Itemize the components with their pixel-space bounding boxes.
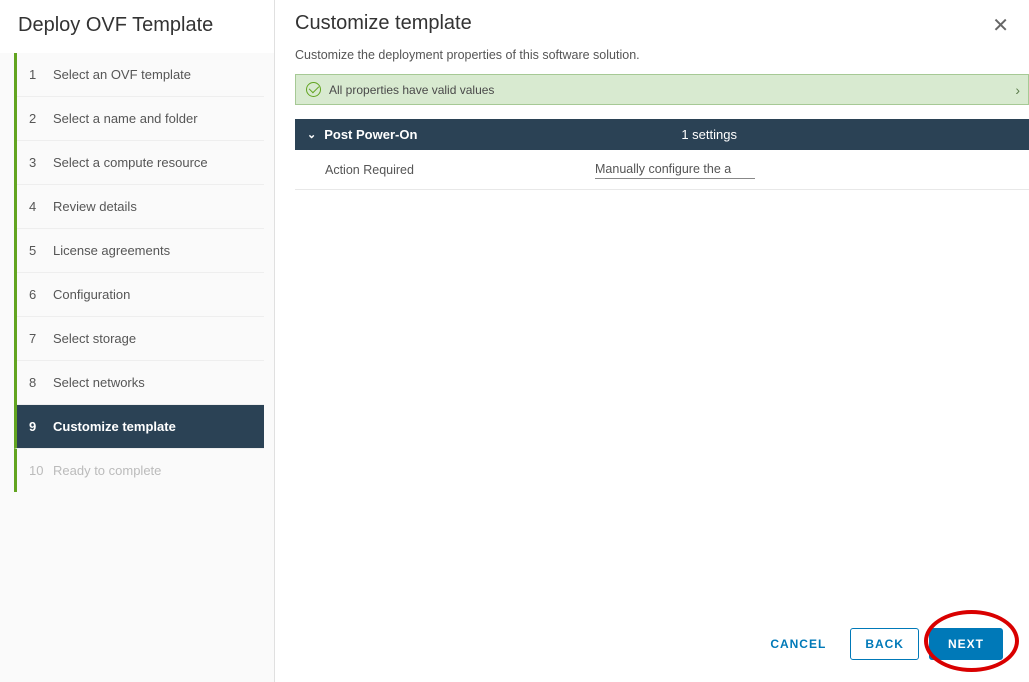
property-input-action-required[interactable] (595, 160, 755, 179)
step-license[interactable]: 5 License agreements (17, 229, 264, 273)
step-compute-resource[interactable]: 3 Select a compute resource (17, 141, 264, 185)
step-label: Select networks (53, 375, 145, 390)
next-button[interactable]: NEXT (929, 628, 1003, 660)
wizard-footer: CANCEL BACK NEXT (756, 628, 1003, 660)
step-label: Review details (53, 199, 137, 214)
step-number: 2 (29, 111, 43, 126)
step-networks[interactable]: 8 Select networks (17, 361, 264, 405)
back-button[interactable]: BACK (850, 628, 919, 660)
step-label: Ready to complete (53, 463, 161, 478)
step-label: Customize template (53, 419, 176, 434)
wizard-sidebar: Deploy OVF Template 1 Select an OVF temp… (0, 0, 275, 682)
close-icon: ✕ (992, 15, 1009, 37)
step-label: Configuration (53, 287, 130, 302)
validation-text: All properties have valid values (329, 83, 494, 97)
chevron-down-icon: ⌄ (307, 128, 316, 141)
step-number: 5 (29, 243, 43, 258)
step-number: 9 (29, 419, 43, 434)
page-subtitle: Customize the deployment properties of t… (295, 48, 1029, 62)
check-icon (306, 82, 321, 97)
close-button[interactable]: ✕ (988, 12, 1013, 40)
step-number: 6 (29, 287, 43, 302)
step-label: License agreements (53, 243, 170, 258)
step-ready-complete: 10 Ready to complete (17, 449, 264, 492)
section-header-post-power-on[interactable]: ⌄ Post Power-On 1 settings (295, 119, 1029, 150)
step-storage[interactable]: 7 Select storage (17, 317, 264, 361)
step-number: 3 (29, 155, 43, 170)
step-number: 4 (29, 199, 43, 214)
step-number: 1 (29, 67, 43, 82)
section-count: 1 settings (681, 127, 737, 142)
cancel-button[interactable]: CANCEL (756, 629, 840, 659)
step-number: 10 (29, 463, 43, 478)
step-configuration[interactable]: 6 Configuration (17, 273, 264, 317)
page-title: Customize template (295, 12, 472, 35)
wizard-steps: 1 Select an OVF template 2 Select a name… (14, 53, 264, 492)
step-label: Select a compute resource (53, 155, 208, 170)
validation-banner: All properties have valid values › (295, 74, 1029, 105)
step-number: 8 (29, 375, 43, 390)
section-title: Post Power-On (324, 127, 417, 142)
step-label: Select a name and folder (53, 111, 198, 126)
step-review-details[interactable]: 4 Review details (17, 185, 264, 229)
banner-close-icon[interactable]: › (1015, 82, 1020, 98)
content-header: Customize template ✕ (295, 12, 1029, 40)
property-label: Action Required (295, 163, 595, 177)
property-row: Action Required (295, 150, 1029, 190)
step-label: Select an OVF template (53, 67, 191, 82)
wizard-content: Customize template ✕ Customize the deplo… (275, 0, 1029, 682)
step-label: Select storage (53, 331, 136, 346)
step-select-ovf[interactable]: 1 Select an OVF template (17, 53, 264, 97)
step-name-folder[interactable]: 2 Select a name and folder (17, 97, 264, 141)
wizard-title: Deploy OVF Template (0, 0, 274, 53)
step-customize-template[interactable]: 9 Customize template (14, 405, 264, 449)
step-number: 7 (29, 331, 43, 346)
